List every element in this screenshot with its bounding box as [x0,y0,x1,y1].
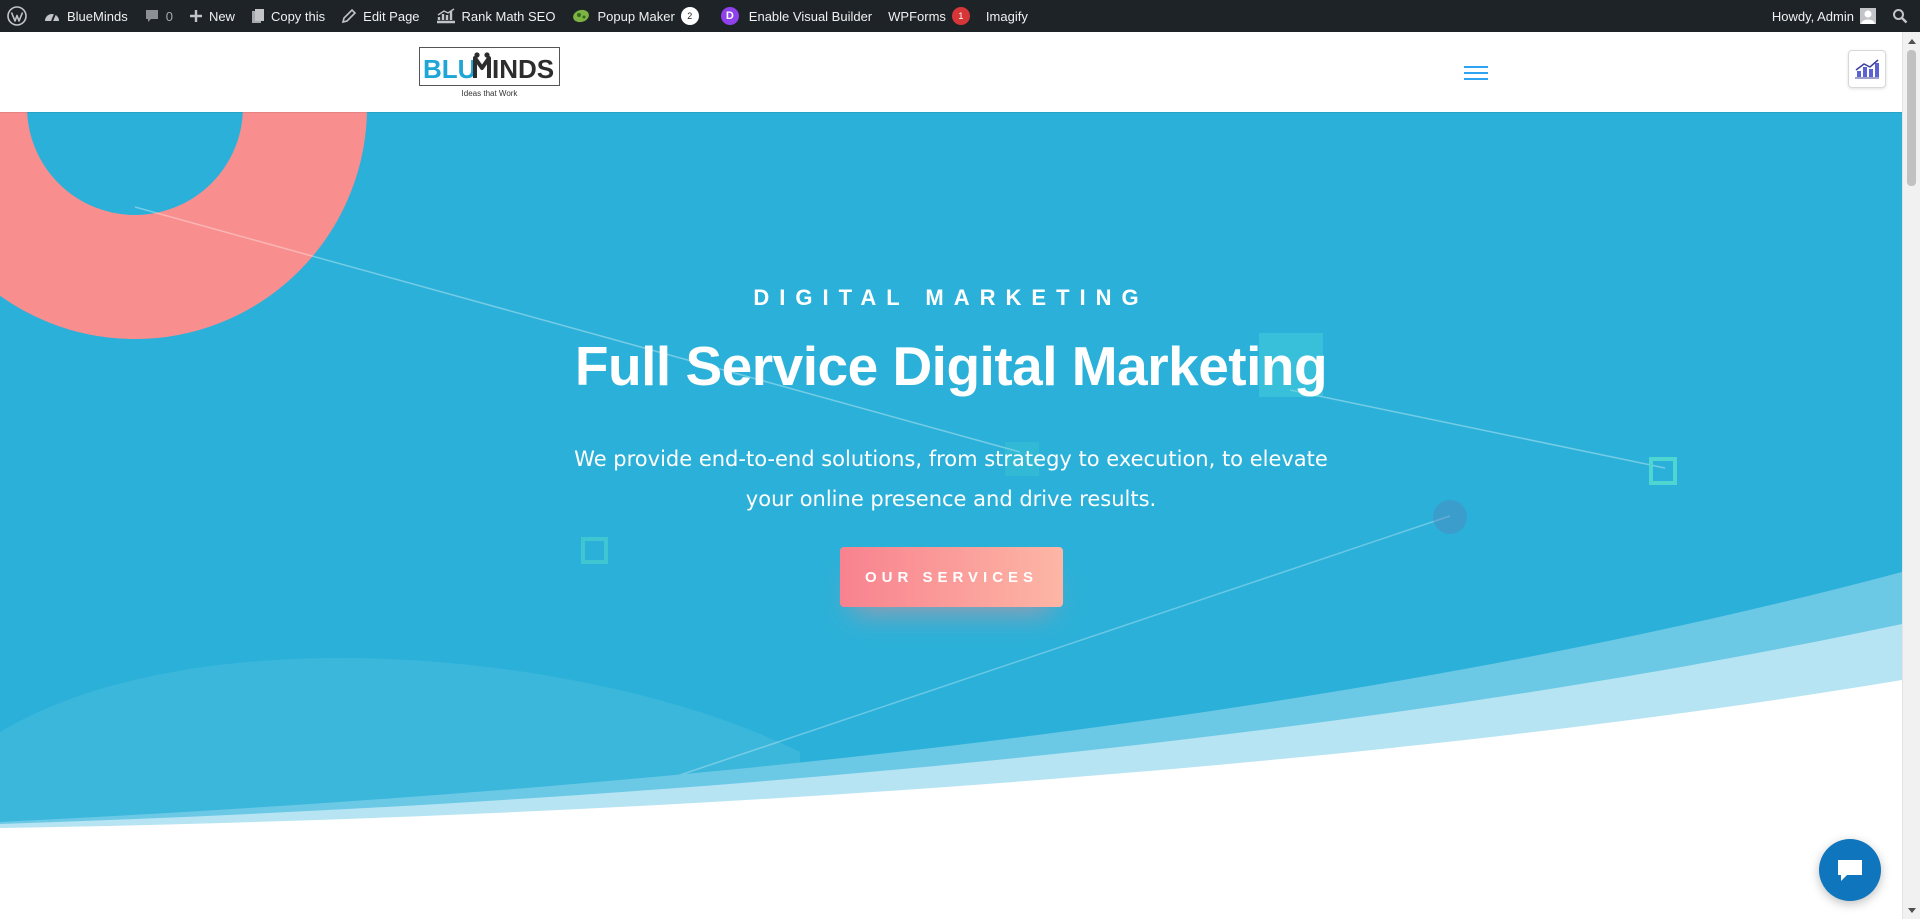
admin-bar-right: Howdy, Admin [1764,0,1920,32]
divi-icon: D [720,7,739,25]
mobile-menu-toggle[interactable] [1464,62,1488,82]
header-badge-button[interactable] [1848,50,1886,88]
site-name-label: BlueMinds [67,8,128,24]
chevron-down-icon [1907,907,1916,913]
rank-math-label: Rank Math SEO [461,8,556,24]
decorative-square [1649,457,1677,485]
copy-icon [251,8,265,24]
enable-visual-builder-button[interactable]: D Enable Visual Builder [707,0,880,32]
hero-section: DIGITAL MARKETING Full Service Digital M… [0,112,1902,832]
comments-count: 0 [165,8,173,24]
pencil-icon [341,8,357,24]
hamburger-line [1464,78,1488,80]
bar-chart-icon [1855,59,1879,79]
copy-this-label: Copy this [270,8,326,24]
search-icon [1893,9,1908,24]
hamburger-line [1464,72,1488,74]
wpforms-count-badge: 1 [951,7,970,25]
hero-subtitle: We provide end-to-end solutions, from st… [574,447,1328,511]
chat-icon [1838,860,1862,881]
imagify-label: Imagify [985,8,1028,24]
wpforms-label: WPForms [888,8,946,24]
site-logo[interactable]: BLU INDS Ideas that Work [419,47,560,99]
site-header: BLU INDS Ideas that Work [0,32,1902,112]
decorative-pink-ring [0,112,367,339]
page-scrollbar[interactable] [1902,32,1920,919]
svg-text:BLU: BLU [423,54,476,84]
admin-bar: BlueMinds 0 New Copy this Edit Page Rank… [0,0,1920,32]
wordpress-icon [7,6,27,26]
edit-page-label: Edit Page [363,8,420,24]
decorative-line [134,206,1021,453]
popup-maker-menu[interactable]: Popup Maker 2 [563,0,706,32]
new-label: New [208,8,235,24]
decorative-dot [1433,500,1467,534]
hamburger-icon [1464,66,1488,68]
avatar [1860,8,1876,24]
wpforms-menu[interactable]: WPForms 1 [880,0,978,32]
popup-maker-count-badge: 2 [680,7,699,25]
admin-search-button[interactable] [1884,0,1920,32]
popup-maker-icon [571,8,591,24]
howdy-label: Howdy, Admin [1771,8,1854,24]
svg-text:INDS: INDS [492,54,554,84]
scroll-down-button[interactable] [1903,902,1920,919]
site-name-menu[interactable]: BlueMinds [35,0,136,32]
live-chat-button[interactable] [1819,839,1881,901]
rank-math-icon [436,8,456,24]
decorative-square [581,537,608,564]
scroll-up-button[interactable] [1903,32,1920,49]
popup-maker-label: Popup Maker [597,8,675,24]
chevron-up-icon [1907,38,1916,44]
my-account-menu[interactable]: Howdy, Admin [1764,0,1884,32]
new-content-menu[interactable]: New [181,0,243,32]
visual-builder-label: Enable Visual Builder [748,8,873,24]
edit-page-menu[interactable]: Edit Page [333,0,427,32]
plus-icon [189,9,203,23]
blueminds-logo: BLU INDS Ideas that Work [419,47,560,98]
comments-menu[interactable]: 0 [136,0,181,32]
our-services-button[interactable]: OUR SERVICES [840,547,1063,607]
imagify-menu[interactable]: Imagify [978,0,1036,32]
hero-title: Full Service Digital Marketing [574,335,1328,397]
page-viewport: BlueMinds 0 New Copy this Edit Page Rank… [0,0,1920,919]
dashboard-icon [43,8,61,24]
copy-this-menu[interactable]: Copy this [243,0,333,32]
hero-kicker: DIGITAL MARKETING [753,285,1149,310]
scrollbar-thumb[interactable] [1907,50,1916,186]
comment-icon [144,8,160,24]
svg-text:Ideas that Work: Ideas that Work [462,89,519,98]
rank-math-menu[interactable]: Rank Math SEO [428,0,564,32]
wp-logo-menu[interactable] [0,0,35,32]
